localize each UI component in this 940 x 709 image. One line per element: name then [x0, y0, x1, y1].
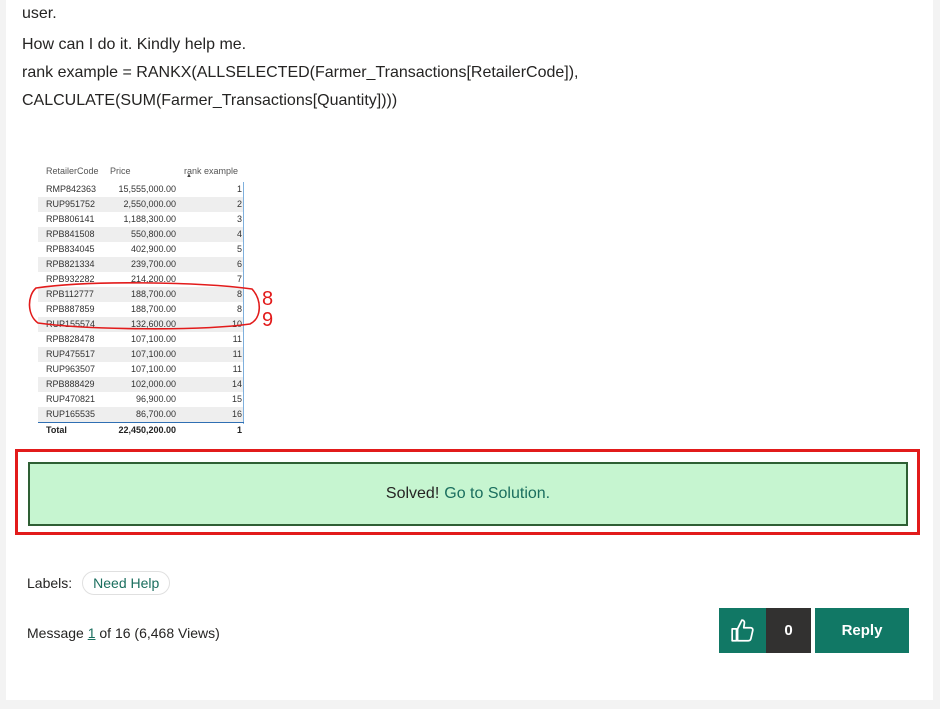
- post-text-line-1: user.: [22, 5, 57, 22]
- header-price: Price: [110, 166, 131, 176]
- cell-rank: 7: [236, 274, 242, 284]
- cell-code: RPB834045: [46, 244, 95, 254]
- cell-code: RUP475517: [46, 349, 96, 359]
- table-rank-border: [243, 182, 244, 424]
- cell-rank: 2: [236, 199, 242, 209]
- cell-code: RPB821334: [46, 259, 95, 269]
- table-row: RPB112777 188,700.00 8: [38, 287, 244, 302]
- message-number-link[interactable]: 1: [88, 625, 96, 641]
- solved-banner: Solved! Go to Solution.: [28, 462, 908, 526]
- cell-price: 102,000.00: [130, 379, 176, 389]
- cell-rank: 16: [231, 409, 242, 419]
- cell-code: RPB112777: [46, 289, 94, 299]
- cell-price: 188,700.00: [130, 304, 176, 314]
- cell-code: RUP963507: [46, 364, 96, 374]
- post-text-line-3: rank example = RANKX(ALLSELECTED(Farmer_…: [22, 64, 579, 81]
- cell-rank: 8: [236, 289, 242, 299]
- cell-rank: 1: [236, 184, 242, 194]
- cell-rank: 11: [232, 349, 242, 359]
- cell-rank: 8: [236, 304, 242, 314]
- table-row: RUP155574 132,600.00 10: [38, 317, 244, 332]
- table-row: RPB834045 402,900.00 5: [38, 242, 244, 257]
- table-screenshot: RetailerCode Price rank example ▲ RMP842…: [38, 160, 252, 440]
- cell-rank: 15: [231, 394, 242, 404]
- cell-price: 2,550,000.00: [123, 199, 176, 209]
- cell-price: 86,700.00: [135, 409, 176, 419]
- labels-row: Labels: Need Help: [27, 571, 171, 595]
- table-row: RPB806141 1,188,300.00 3: [38, 212, 244, 227]
- reply-button[interactable]: Reply: [815, 608, 909, 653]
- cell-price: 188,700.00: [130, 289, 176, 299]
- table-row: RPB888429 102,000.00 14: [38, 377, 244, 392]
- cell-price: 1,188,300.00: [123, 214, 176, 224]
- table-row: RUP963507 107,100.00 11: [38, 362, 244, 377]
- cell-code: RPB887859: [46, 304, 95, 314]
- cell-price: 15,555,000.00: [118, 184, 176, 194]
- table-row: RPB821334 239,700.00 6: [38, 257, 244, 272]
- kudos-count: 0: [766, 608, 811, 653]
- cell-code: RMP842363: [46, 184, 97, 194]
- go-to-solution-link[interactable]: Go to Solution.: [444, 485, 550, 503]
- cell-price: 107,100.00: [130, 364, 176, 374]
- cell-code: RUP155574: [46, 319, 96, 329]
- cell-rank: 11: [232, 364, 242, 374]
- table-row: RUP470821 96,900.00 15: [38, 392, 244, 407]
- thumbs-up-icon: [730, 618, 754, 642]
- table-header: RetailerCode Price rank example: [38, 164, 252, 180]
- post-text-line-4: CALCULATE(SUM(Farmer_Transactions[Quanti…: [22, 92, 398, 109]
- cell-rank: 5: [236, 244, 242, 254]
- table-total-row: Total 22,450,200.00 1: [38, 423, 244, 438]
- cell-price: 402,900.00: [130, 244, 176, 254]
- table-row: RPB932282 214,200.00 7: [38, 272, 244, 287]
- cell-code: RPB888429: [46, 379, 95, 389]
- cell-price: 107,100.00: [130, 334, 176, 344]
- cell-price: 239,700.00: [130, 259, 176, 269]
- table-row: RUP475517 107,100.00 11: [38, 347, 244, 362]
- total-rank: 1: [236, 425, 242, 435]
- table-row: RUP165535 86,700.00 16: [38, 407, 244, 422]
- header-rank-example: rank example: [184, 166, 239, 176]
- cell-rank: 10: [231, 319, 242, 329]
- table-row: RMP842363 15,555,000.00 1: [38, 182, 244, 197]
- cell-code: RUP470821: [46, 394, 96, 404]
- table-row: RPB887859 188,700.00 8: [38, 302, 244, 317]
- cell-code: RPB841508: [46, 229, 95, 239]
- labels-title: Labels:: [27, 575, 73, 591]
- table-row: RUP951752 2,550,000.00 2: [38, 197, 244, 212]
- cell-price: 550,800.00: [130, 229, 176, 239]
- total-price: 22,450,200.00: [118, 425, 176, 435]
- table-row: RPB841508 550,800.00 4: [38, 227, 244, 242]
- cell-rank: 11: [232, 334, 242, 344]
- cell-price: 214,200.00: [130, 274, 176, 284]
- cell-code: RPB806141: [46, 214, 95, 224]
- cell-rank: 4: [236, 229, 242, 239]
- cell-rank: 3: [236, 214, 242, 224]
- sort-arrow-icon: ▲: [186, 173, 192, 179]
- solved-text: Solved!: [385, 485, 440, 502]
- cell-code: RPB932282: [46, 274, 95, 284]
- cell-code: RUP951752: [46, 199, 96, 209]
- kudos-button[interactable]: [719, 608, 766, 653]
- table-row: RPB828478 107,100.00 11: [38, 332, 244, 347]
- cell-price: 96,900.00: [135, 394, 176, 404]
- cell-price: 107,100.00: [130, 349, 176, 359]
- total-label: Total: [46, 425, 67, 435]
- cell-rank: 14: [231, 379, 242, 389]
- cell-code: RPB828478: [46, 334, 95, 344]
- cell-rank: 6: [236, 259, 242, 269]
- message-info: Message 1 of 16 (6,468 Views): [27, 625, 220, 641]
- label-need-help[interactable]: Need Help: [82, 571, 171, 595]
- post-text-line-2: How can I do it. Kindly help me.: [22, 36, 247, 53]
- message-suffix: of 16 (6,468 Views): [99, 625, 220, 641]
- cell-code: RUP165535: [46, 409, 96, 419]
- message-prefix: Message: [27, 625, 84, 641]
- cell-price: 132,600.00: [130, 319, 176, 329]
- header-retailercode: RetailerCode: [46, 166, 99, 176]
